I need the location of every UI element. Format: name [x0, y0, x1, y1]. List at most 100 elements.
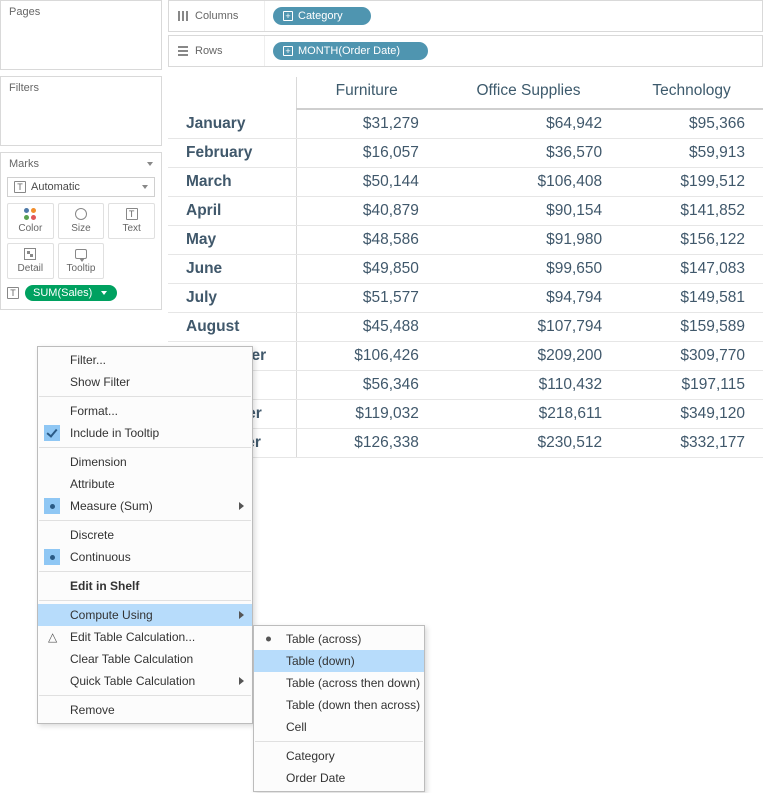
data-cell[interactable]: $31,279	[296, 109, 437, 139]
menu-item-edit-table-calc[interactable]: △ Edit Table Calculation...	[38, 626, 252, 648]
data-cell[interactable]: $50,144	[296, 168, 437, 197]
data-cell[interactable]: $48,586	[296, 226, 437, 255]
submenu-item-cell[interactable]: Cell	[254, 716, 424, 738]
column-header[interactable]: Furniture	[296, 77, 437, 109]
month-orderdate-pill[interactable]: + MONTH(Order Date)	[273, 42, 428, 60]
data-cell[interactable]: $309,770	[620, 342, 763, 371]
rows-shelf[interactable]: Rows + MONTH(Order Date)	[168, 35, 763, 67]
data-cell[interactable]: $141,852	[620, 197, 763, 226]
data-cell[interactable]: $94,794	[437, 284, 620, 313]
marks-detail-label: Detail	[18, 263, 44, 274]
menu-item-measure-sum[interactable]: Measure (Sum)	[38, 495, 252, 517]
filters-shelf[interactable]: Filters	[0, 76, 162, 146]
data-cell[interactable]: $95,366	[620, 109, 763, 139]
data-cell[interactable]: $218,611	[437, 400, 620, 429]
data-cell[interactable]: $126,338	[296, 429, 437, 458]
main-area: Columns + Category Rows + MONTH(Order Da…	[168, 0, 763, 458]
separator	[39, 695, 251, 696]
marks-tooltip-button[interactable]: Tooltip	[58, 243, 105, 279]
menu-item-compute-using[interactable]: Compute Using	[38, 604, 252, 626]
submenu-item-category[interactable]: Category	[254, 745, 424, 767]
marks-size-button[interactable]: Size	[58, 203, 105, 239]
table-row: February$16,057$36,570$59,913	[168, 139, 763, 168]
data-cell[interactable]: $49,850	[296, 255, 437, 284]
data-cell[interactable]: $349,120	[620, 400, 763, 429]
menu-item-clear-table-calc[interactable]: Clear Table Calculation	[38, 648, 252, 670]
check-icon	[44, 425, 60, 441]
compute-using-submenu: Table (across) Table (down) Table (acros…	[253, 625, 425, 792]
chevron-down-icon[interactable]	[147, 162, 153, 166]
columns-shelf[interactable]: Columns + Category	[168, 0, 763, 32]
data-cell[interactable]: $110,432	[437, 371, 620, 400]
data-cell[interactable]: $119,032	[296, 400, 437, 429]
menu-item-discrete[interactable]: Discrete	[38, 524, 252, 546]
submenu-item-table-across[interactable]: Table (across)	[254, 628, 424, 650]
row-header[interactable]: August	[168, 313, 296, 342]
data-cell[interactable]: $209,200	[437, 342, 620, 371]
separator	[39, 447, 251, 448]
data-cell[interactable]: $51,577	[296, 284, 437, 313]
data-cell[interactable]: $106,426	[296, 342, 437, 371]
pill-context-menu: Filter... Show Filter Format... Include …	[37, 346, 253, 724]
data-cell[interactable]: $16,057	[296, 139, 437, 168]
table-row: January$31,279$64,942$95,366	[168, 109, 763, 139]
column-header[interactable]: Technology	[620, 77, 763, 109]
menu-item-edit-shelf[interactable]: Edit in Shelf	[38, 575, 252, 597]
row-header[interactable]: July	[168, 284, 296, 313]
data-cell[interactable]: $197,115	[620, 371, 763, 400]
data-cell[interactable]: $64,942	[437, 109, 620, 139]
data-cell[interactable]: $36,570	[437, 139, 620, 168]
data-cell[interactable]: $91,980	[437, 226, 620, 255]
data-cell[interactable]: $90,154	[437, 197, 620, 226]
marks-color-button[interactable]: Color	[7, 203, 54, 239]
data-cell[interactable]: $147,083	[620, 255, 763, 284]
menu-item-include-tooltip[interactable]: Include in Tooltip	[38, 422, 252, 444]
data-cell[interactable]: $45,488	[296, 313, 437, 342]
menu-item-quick-table-calc[interactable]: Quick Table Calculation	[38, 670, 252, 692]
submenu-item-table-down[interactable]: Table (down)	[254, 650, 424, 672]
rows-label: Rows	[195, 45, 223, 57]
category-pill[interactable]: + Category	[273, 7, 371, 25]
menu-item-remove[interactable]: Remove	[38, 699, 252, 721]
submenu-item-table-across-down[interactable]: Table (across then down)	[254, 672, 424, 694]
pages-shelf[interactable]: Pages	[0, 0, 162, 70]
data-cell[interactable]: $332,177	[620, 429, 763, 458]
row-header[interactable]: April	[168, 197, 296, 226]
marks-detail-button[interactable]: Detail	[7, 243, 54, 279]
row-header[interactable]: March	[168, 168, 296, 197]
menu-item-show-filter[interactable]: Show Filter	[38, 371, 252, 393]
chevron-right-icon	[239, 677, 244, 685]
menu-item-continuous[interactable]: Continuous	[38, 546, 252, 568]
data-cell[interactable]: $99,650	[437, 255, 620, 284]
data-cell[interactable]: $149,581	[620, 284, 763, 313]
menu-item-attribute[interactable]: Attribute	[38, 473, 252, 495]
table-row: August$45,488$107,794$159,589	[168, 313, 763, 342]
menu-item-dimension[interactable]: Dimension	[38, 451, 252, 473]
submenu-item-table-down-across[interactable]: Table (down then across)	[254, 694, 424, 716]
row-header[interactable]: June	[168, 255, 296, 284]
data-cell[interactable]: $107,794	[437, 313, 620, 342]
column-header[interactable]: Office Supplies	[437, 77, 620, 109]
row-header[interactable]: February	[168, 139, 296, 168]
menu-item-filter[interactable]: Filter...	[38, 349, 252, 371]
marks-text-button[interactable]: T Text	[108, 203, 155, 239]
data-cell[interactable]: $159,589	[620, 313, 763, 342]
row-header[interactable]: January	[168, 109, 296, 139]
menu-label: Quick Table Calculation	[70, 674, 195, 688]
data-cell[interactable]: $59,913	[620, 139, 763, 168]
color-icon	[23, 207, 37, 221]
data-cell[interactable]: $106,408	[437, 168, 620, 197]
data-cell[interactable]: $40,879	[296, 197, 437, 226]
row-header[interactable]: May	[168, 226, 296, 255]
menu-item-format[interactable]: Format...	[38, 400, 252, 422]
data-cell[interactable]: $156,122	[620, 226, 763, 255]
chevron-down-icon	[142, 185, 148, 189]
data-cell[interactable]: $230,512	[437, 429, 620, 458]
submenu-item-order-date[interactable]: Order Date	[254, 767, 424, 789]
sum-sales-pill[interactable]: SUM(Sales)	[25, 285, 117, 301]
data-cell[interactable]: $56,346	[296, 371, 437, 400]
columns-icon	[177, 10, 189, 22]
rows-icon	[177, 45, 189, 57]
data-cell[interactable]: $199,512	[620, 168, 763, 197]
mark-type-dropdown[interactable]: T Automatic	[7, 177, 155, 197]
